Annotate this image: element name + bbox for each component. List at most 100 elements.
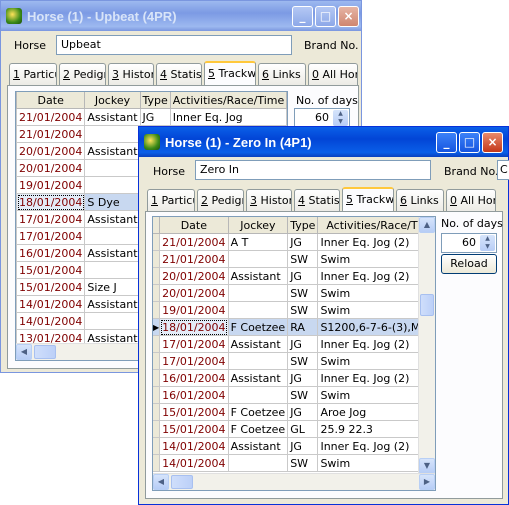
- cell-date[interactable]: 17/01/2004: [16, 210, 86, 228]
- cell-date[interactable]: 15/01/2004: [159, 403, 229, 421]
- cell-date[interactable]: 21/01/2004: [159, 233, 229, 251]
- cell-date[interactable]: 20/01/2004: [16, 142, 86, 160]
- column-header[interactable]: Jockey: [84, 92, 141, 109]
- cell-type[interactable]: SW: [287, 301, 319, 319]
- cell-jockey[interactable]: F Coetzee: [228, 420, 289, 438]
- horse-name-field[interactable]: Zero In: [195, 160, 431, 180]
- arrow-right-icon[interactable]: ▶: [419, 474, 435, 490]
- cell-jockey[interactable]: Assistant: [228, 437, 289, 455]
- cell-date[interactable]: 14/01/2004: [159, 437, 229, 455]
- row-indicator[interactable]: [153, 301, 161, 319]
- cell-date[interactable]: 14/01/2004: [159, 454, 229, 472]
- table-row[interactable]: 19/01/2004 SW Swim: [153, 301, 435, 319]
- table-row[interactable]: 17/01/2004 Assistant JG Inner Eq. Jog (2): [153, 335, 435, 353]
- tab-2[interactable]: 2 Pedigre: [197, 189, 244, 211]
- table-row[interactable]: 17/01/2004 SW Swim: [153, 352, 435, 370]
- cell-jockey[interactable]: Assistant: [84, 108, 141, 126]
- cell-date[interactable]: 19/01/2004: [159, 301, 229, 319]
- cell-date[interactable]: 21/01/2004: [16, 108, 86, 126]
- table-row[interactable]: 14/01/2004 SW Swim: [153, 454, 435, 472]
- tab-1[interactable]: 1 Particul: [9, 63, 57, 85]
- tab-7[interactable]: 0 All Horse: [446, 189, 496, 211]
- spin-arrows-icon[interactable]: ▲ ▼: [333, 110, 348, 126]
- table-row[interactable]: 15/01/2004 F Coetzee GL 25.9 22.3: [153, 420, 435, 438]
- column-header[interactable]: Type: [140, 92, 171, 109]
- close-icon[interactable]: ×: [338, 6, 359, 27]
- cell-date[interactable]: 15/01/2004: [16, 261, 86, 279]
- front-vertical-scrollbar[interactable]: ▲ ▼: [418, 217, 435, 474]
- cell-date[interactable]: 21/01/2004: [16, 125, 86, 143]
- cell-type[interactable]: GL: [287, 420, 319, 438]
- cell-jockey[interactable]: Assistant: [228, 335, 289, 353]
- cell-type[interactable]: SW: [287, 454, 319, 472]
- cell-jockey[interactable]: [84, 159, 141, 177]
- cell-date[interactable]: 20/01/2004: [159, 284, 229, 302]
- table-row[interactable]: 16/01/2004 Assistant JG Inner Eq. Jog (2): [153, 369, 435, 387]
- row-indicator[interactable]: [153, 284, 161, 302]
- cell-date[interactable]: 14/01/2004: [16, 295, 86, 313]
- row-indicator[interactable]: [153, 352, 161, 370]
- cell-type[interactable]: JG: [287, 267, 319, 285]
- tab-3[interactable]: 3 History: [108, 63, 154, 85]
- cell-date[interactable]: 17/01/2004: [16, 227, 86, 245]
- cell-type[interactable]: RA: [287, 318, 319, 336]
- front-horizontal-scrollbar[interactable]: ◀ ▶: [153, 473, 435, 490]
- minimize-icon[interactable]: _: [292, 6, 313, 27]
- close-icon[interactable]: ×: [482, 132, 503, 153]
- cell-date[interactable]: 20/01/2004: [159, 267, 229, 285]
- table-row[interactable]: 14/01/2004 Assistant JG Inner Eq. Jog (2): [153, 437, 435, 455]
- cell-jockey[interactable]: [84, 261, 141, 279]
- cell-jockey[interactable]: [228, 352, 289, 370]
- row-indicator[interactable]: [153, 250, 161, 268]
- tab-4[interactable]: 4 Statisti: [156, 63, 202, 85]
- cell-type[interactable]: JG: [287, 233, 319, 251]
- cell-date[interactable]: 18/01/2004: [16, 193, 86, 211]
- table-row[interactable]: 20/01/2004 Assistant JG Inner Eq. Jog (2): [153, 267, 435, 285]
- minimize-icon[interactable]: _: [436, 132, 457, 153]
- front-trackwork-grid[interactable]: Date Jockey Type Activities/Race/Time 21/01/…: [152, 216, 436, 491]
- spin-arrows-icon[interactable]: ▲ ▼: [480, 235, 495, 251]
- row-indicator[interactable]: [153, 267, 161, 285]
- cell-jockey[interactable]: [84, 176, 141, 194]
- column-header[interactable]: Jockey: [228, 217, 289, 234]
- row-indicator[interactable]: [153, 454, 161, 472]
- cell-jockey[interactable]: [228, 284, 289, 302]
- cell-jockey[interactable]: Assistant: [84, 295, 141, 313]
- front-hscroll-thumb[interactable]: [171, 475, 193, 489]
- tab-4[interactable]: 4 Statisti: [294, 189, 340, 211]
- cell-type[interactable]: JG: [287, 369, 319, 387]
- cell-date[interactable]: 21/01/2004: [159, 250, 229, 268]
- cell-jockey[interactable]: Assistant: [228, 369, 289, 387]
- cell-date[interactable]: 17/01/2004: [159, 335, 229, 353]
- cell-date[interactable]: 20/01/2004: [16, 159, 86, 177]
- cell-activity[interactable]: Inner Eq. Jog: [170, 108, 287, 126]
- brand-number-field[interactable]: C: [497, 160, 509, 180]
- tab-2[interactable]: 2 Pedigre: [59, 63, 106, 85]
- row-pointer-icon[interactable]: ▶: [153, 318, 161, 336]
- row-indicator[interactable]: [153, 335, 161, 353]
- column-header[interactable]: Activities/Race/Time: [170, 92, 287, 109]
- table-row[interactable]: 21/01/2004 Assistant JG Inner Eq. Jog: [16, 108, 287, 126]
- maximize-icon[interactable]: □: [459, 132, 480, 153]
- cell-jockey[interactable]: A T: [228, 233, 289, 251]
- tab-1[interactable]: 1 Particul: [147, 189, 195, 211]
- cell-type[interactable]: SW: [287, 352, 319, 370]
- cell-jockey[interactable]: Assistant: [84, 244, 141, 262]
- back-days-spinner[interactable]: 60 ▲ ▼: [294, 108, 350, 128]
- table-row[interactable]: 16/01/2004 SW Swim: [153, 386, 435, 404]
- arrow-left-icon[interactable]: ◀: [153, 474, 169, 490]
- cell-jockey[interactable]: F Coetzee: [228, 403, 289, 421]
- arrow-down-icon[interactable]: ▼: [419, 458, 435, 474]
- tab-7[interactable]: 0 All Horse: [308, 63, 358, 85]
- back-window-titlebar[interactable]: Horse (1) - Upbeat (4PR) _ □ ×: [1, 1, 361, 31]
- maximize-icon[interactable]: □: [315, 6, 336, 27]
- arrow-left-icon[interactable]: ◀: [16, 344, 32, 360]
- cell-jockey[interactable]: [228, 250, 289, 268]
- row-indicator[interactable]: [153, 233, 161, 251]
- tab-5[interactable]: 5 Trackw: [342, 187, 394, 211]
- row-indicator[interactable]: [153, 403, 161, 421]
- arrow-up-icon[interactable]: ▲: [419, 217, 435, 233]
- cell-jockey[interactable]: [84, 227, 141, 245]
- cell-jockey[interactable]: [228, 301, 289, 319]
- cell-jockey[interactable]: Assistant: [84, 142, 141, 160]
